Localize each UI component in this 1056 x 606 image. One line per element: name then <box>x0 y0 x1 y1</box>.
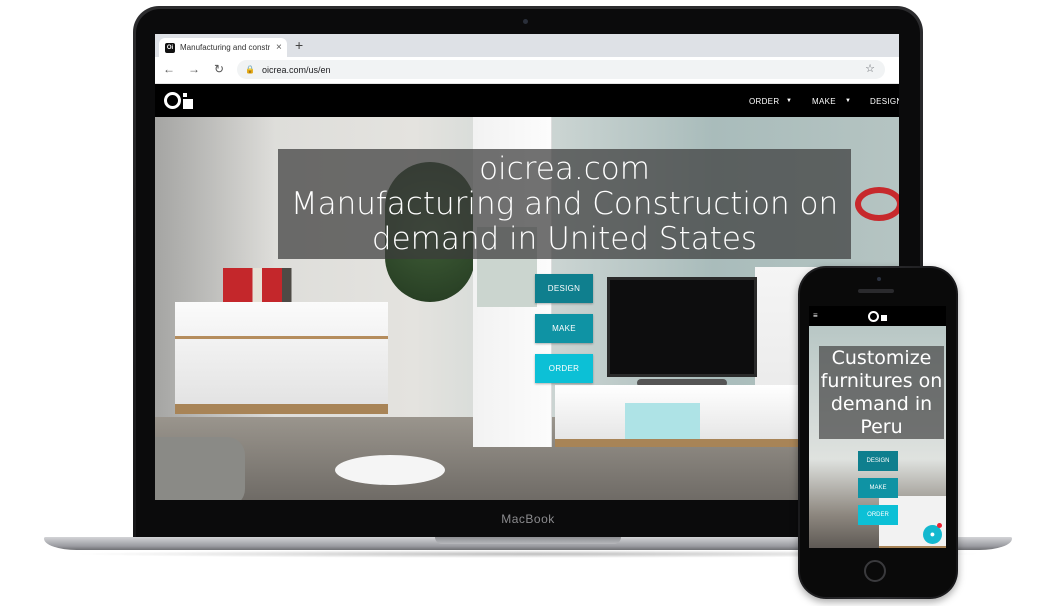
phone-screen: ≡ Customize furnitures on demand in Peru… <box>809 306 946 548</box>
bookmark-star-icon[interactable]: ☆ <box>865 62 875 75</box>
forward-icon[interactable]: → <box>188 62 200 76</box>
hero-title: oicrea.com Manufacturing and Constructio… <box>278 149 851 259</box>
oicrea-logo[interactable] <box>868 311 888 323</box>
browser-toolbar: ← → ↻ 🔒 oicrea.com/us/en ☆ <box>155 57 899 84</box>
order-button[interactable]: ORDER <box>535 354 593 383</box>
address-bar[interactable]: 🔒 oicrea.com/us/en ☆ <box>237 60 885 79</box>
hero-banner: oicrea.com Manufacturing and Constructio… <box>155 117 899 500</box>
nav-make[interactable]: MAKE <box>812 97 836 106</box>
nav-design[interactable]: DESIGN <box>870 97 899 106</box>
site-navbar: ORDER ▼ MAKE ▼ DESIGN <box>155 84 899 117</box>
make-button[interactable]: MAKE <box>858 478 898 498</box>
phone-camera <box>877 277 881 281</box>
site-favicon-icon: Oi <box>165 42 175 53</box>
order-button[interactable]: ORDER <box>858 505 898 525</box>
oicrea-logo[interactable] <box>164 92 194 110</box>
tv-unit-image <box>555 385 815 447</box>
phone-speaker <box>858 289 894 293</box>
hero-title-line: furnitures on <box>820 369 943 392</box>
sofa-image <box>155 437 245 500</box>
url-text[interactable]: oicrea.com/us/en <box>262 65 331 75</box>
make-button[interactable]: MAKE <box>535 314 593 343</box>
tv-image <box>607 277 757 377</box>
sideboard-image <box>175 302 388 414</box>
back-icon[interactable]: ← <box>163 62 175 76</box>
hero-title-line: demand in <box>830 392 933 415</box>
laptop-screen: Oi Manufacturing and constructio × + ← →… <box>155 34 899 500</box>
new-tab-button[interactable]: + <box>295 37 303 53</box>
browser-tab[interactable]: Oi Manufacturing and constructio × <box>159 38 287 57</box>
hero-title-line: Manufacturing and Construction on <box>290 185 839 222</box>
reload-icon[interactable]: ↻ <box>214 62 224 76</box>
hamburger-menu-icon[interactable]: ≡ <box>813 311 818 320</box>
design-button[interactable]: DESIGN <box>858 451 898 471</box>
coffee-table-image <box>335 455 445 485</box>
phone-device: ≡ Customize furnitures on demand in Peru… <box>798 266 958 599</box>
browser-tabbar: Oi Manufacturing and constructio × + <box>155 34 899 57</box>
books-decor <box>223 268 321 302</box>
close-tab-icon[interactable]: × <box>276 42 282 53</box>
notification-badge <box>937 523 942 528</box>
hero-title-line: Customize <box>831 346 932 369</box>
red-ring-decor <box>855 187 899 221</box>
phone-hero-title: Customize furnitures on demand in Peru <box>819 346 944 439</box>
hero-title-line: Peru <box>860 415 903 438</box>
phone-navbar: ≡ <box>809 306 946 326</box>
home-button[interactable] <box>864 560 886 582</box>
hero-title-line: demand in United States <box>371 220 758 257</box>
lock-icon: 🔒 <box>245 65 255 74</box>
nav-order[interactable]: ORDER <box>749 97 779 106</box>
chevron-down-icon[interactable]: ▼ <box>786 98 792 104</box>
webcam <box>523 19 528 24</box>
hero-title-line: oicrea.com <box>479 150 650 187</box>
tab-title: Manufacturing and constructio <box>180 43 270 52</box>
design-button[interactable]: DESIGN <box>535 274 593 303</box>
chat-icon: ● <box>929 529 936 539</box>
chevron-down-icon[interactable]: ▼ <box>845 98 851 104</box>
